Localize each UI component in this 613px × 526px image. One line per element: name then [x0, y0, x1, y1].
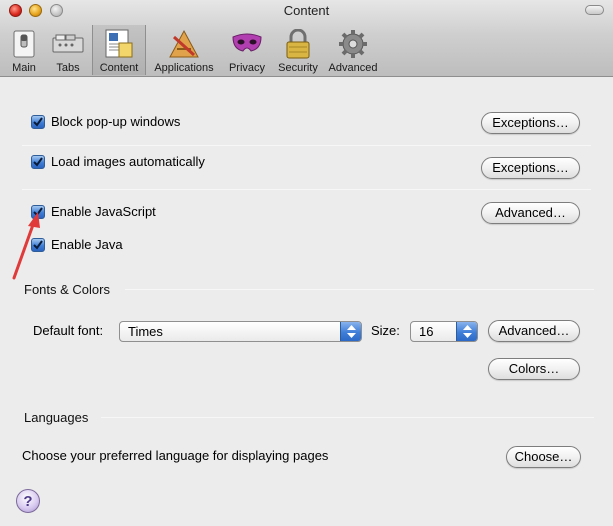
toolbar-main-label: Main — [12, 62, 36, 74]
checkmark-icon — [33, 156, 43, 167]
section-divider — [125, 289, 594, 290]
preferences-toolbar: Main Tabs Content Applications Privacy S… — [4, 25, 382, 75]
fonts-advanced-button[interactable]: Advanced… — [488, 320, 580, 342]
tabs-icon — [52, 28, 84, 60]
size-label: Size: — [371, 323, 400, 338]
javascript-advanced-button[interactable]: Advanced… — [481, 202, 580, 224]
annotation-arrow-icon — [12, 212, 40, 280]
padlock-icon — [282, 28, 314, 60]
colors-button[interactable]: Colors… — [488, 358, 580, 380]
toolbar-security-label: Security — [278, 62, 318, 74]
question-mark-icon: ? — [23, 492, 33, 510]
block-popups-label: Block pop-up windows — [51, 114, 181, 129]
toolbar-privacy-label: Privacy — [228, 62, 266, 74]
language-description: Choose your preferred language for displ… — [22, 448, 329, 463]
block-popups-row: Block pop-up windows — [31, 114, 180, 129]
separator — [22, 189, 591, 190]
toolbar-toggle-button[interactable] — [585, 5, 604, 15]
load-images-label: Load images automatically — [51, 154, 205, 169]
toolbar-content-label: Content — [99, 62, 139, 74]
checkmark-icon — [33, 116, 43, 127]
toolbar-tabs-label: Tabs — [56, 62, 80, 74]
switch-icon — [8, 28, 40, 60]
window-titlebar: Content Main Tabs Content Applications P… — [0, 0, 613, 77]
choose-language-button[interactable]: Choose… — [506, 446, 581, 468]
font-size-value: 16 — [419, 324, 434, 339]
applications-icon — [168, 28, 200, 60]
toolbar-content[interactable]: Content — [92, 25, 146, 75]
enable-java-label: Enable Java — [51, 237, 123, 252]
toolbar-main[interactable]: Main — [4, 25, 44, 75]
toolbar-tabs[interactable]: Tabs — [44, 25, 92, 75]
fonts-colors-heading: Fonts & Colors — [24, 282, 110, 297]
window-title: Content — [283, 3, 330, 18]
default-font-value: Times — [128, 324, 163, 339]
enable-javascript-row: Enable JavaScript — [31, 204, 156, 219]
load-images-row: Load images automatically — [31, 154, 205, 169]
toolbar-advanced[interactable]: Advanced — [324, 25, 382, 75]
updown-arrows-icon — [340, 322, 361, 341]
content-page-icon — [103, 28, 135, 60]
default-font-select[interactable]: Times — [119, 321, 362, 342]
default-font-label: Default font: — [33, 323, 104, 338]
images-exceptions-button[interactable]: Exceptions… — [481, 157, 580, 179]
load-images-checkbox[interactable] — [31, 154, 45, 169]
toolbar-privacy[interactable]: Privacy — [222, 25, 272, 75]
block-popups-checkbox[interactable] — [31, 114, 45, 129]
mask-icon — [231, 28, 263, 60]
section-divider — [101, 417, 594, 418]
separator — [22, 145, 591, 146]
toolbar-applications[interactable]: Applications — [146, 25, 222, 75]
gear-icon — [337, 28, 369, 60]
help-button[interactable]: ? — [16, 489, 40, 513]
popup-exceptions-button[interactable]: Exceptions… — [481, 112, 580, 134]
toolbar-applications-label: Applications — [154, 62, 214, 74]
enable-javascript-label: Enable JavaScript — [51, 204, 156, 219]
toolbar-advanced-label: Advanced — [328, 62, 378, 74]
updown-arrows-icon — [456, 322, 477, 341]
languages-heading: Languages — [24, 410, 89, 425]
toolbar-security[interactable]: Security — [272, 25, 324, 75]
font-size-select[interactable]: 16 — [410, 321, 478, 342]
